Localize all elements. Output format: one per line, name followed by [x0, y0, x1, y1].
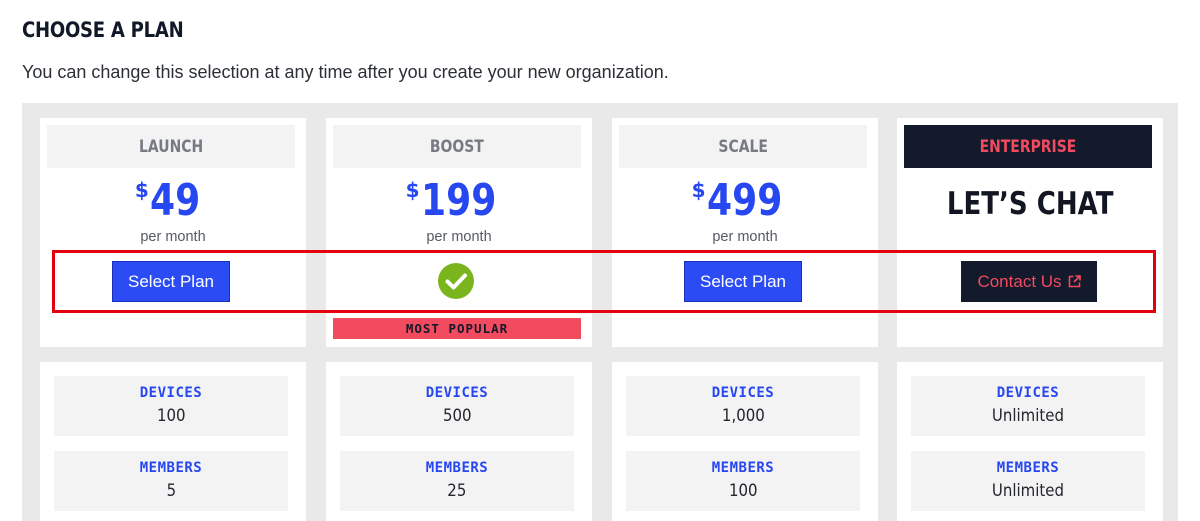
feature-members: MEMBERS 25	[340, 451, 574, 511]
plan-card-scale: SCALE $ 499 per month Select Plan	[612, 118, 878, 347]
feature-devices: DEVICES 1,000	[626, 376, 860, 436]
features-card-launch: DEVICES 100 MEMBERS 5	[40, 362, 306, 521]
plan-card-enterprise: ENTERPRISE LET’S CHAT Contact Us	[897, 118, 1163, 347]
feature-members: MEMBERS 100	[626, 451, 860, 511]
feature-devices: DEVICES 100	[54, 376, 288, 436]
page-subtitle: You can change this selection at any tim…	[22, 62, 669, 82]
price-amount: 499	[706, 175, 782, 226]
price-period: per month	[712, 229, 778, 245]
feature-members: MEMBERS Unlimited	[911, 451, 1145, 511]
plan-header-launch: LAUNCH	[47, 125, 295, 168]
select-plan-launch-button[interactable]: Select Plan	[112, 261, 230, 302]
contact-us-button[interactable]: Contact Us	[961, 261, 1097, 302]
price-amount: 49	[149, 175, 201, 226]
features-card-scale: DEVICES 1,000 MEMBERS 100	[612, 362, 878, 521]
price-amount: 199	[420, 175, 496, 226]
page-title: CHOOSE A PLAN	[22, 18, 184, 42]
currency-symbol: $	[405, 178, 420, 202]
plan-header-enterprise: ENTERPRISE	[904, 125, 1152, 168]
plan-card-launch: LAUNCH $ 49 per month Select Plan	[40, 118, 306, 347]
price-period: per month	[140, 229, 206, 245]
price-period: per month	[426, 229, 492, 245]
plan-header-boost: BOOST	[333, 125, 581, 168]
plan-header-scale: SCALE	[619, 125, 867, 168]
external-link-icon	[1068, 275, 1081, 288]
feature-members: MEMBERS 5	[54, 451, 288, 511]
plan-price-boost: $ 199	[326, 176, 592, 226]
features-card-enterprise: DEVICES Unlimited MEMBERS Unlimited	[897, 362, 1163, 521]
plan-price-scale: $ 499	[612, 176, 878, 226]
select-plan-scale-button[interactable]: Select Plan	[684, 261, 802, 302]
plan-price-launch: $ 49	[40, 176, 306, 226]
plan-card-boost: BOOST $ 199 per month	[326, 118, 592, 347]
most-popular-badge: MOST POPULAR	[333, 318, 581, 339]
feature-devices: DEVICES 500	[340, 376, 574, 436]
feature-devices: DEVICES Unlimited	[911, 376, 1145, 436]
check-circle-icon	[438, 263, 474, 299]
currency-symbol: $	[691, 178, 706, 202]
lets-chat-headline: LET’S CHAT	[946, 186, 1114, 222]
currency-symbol: $	[134, 178, 149, 202]
features-card-boost: DEVICES 500 MEMBERS 25	[326, 362, 592, 521]
contact-us-label: Contact Us	[977, 271, 1062, 291]
